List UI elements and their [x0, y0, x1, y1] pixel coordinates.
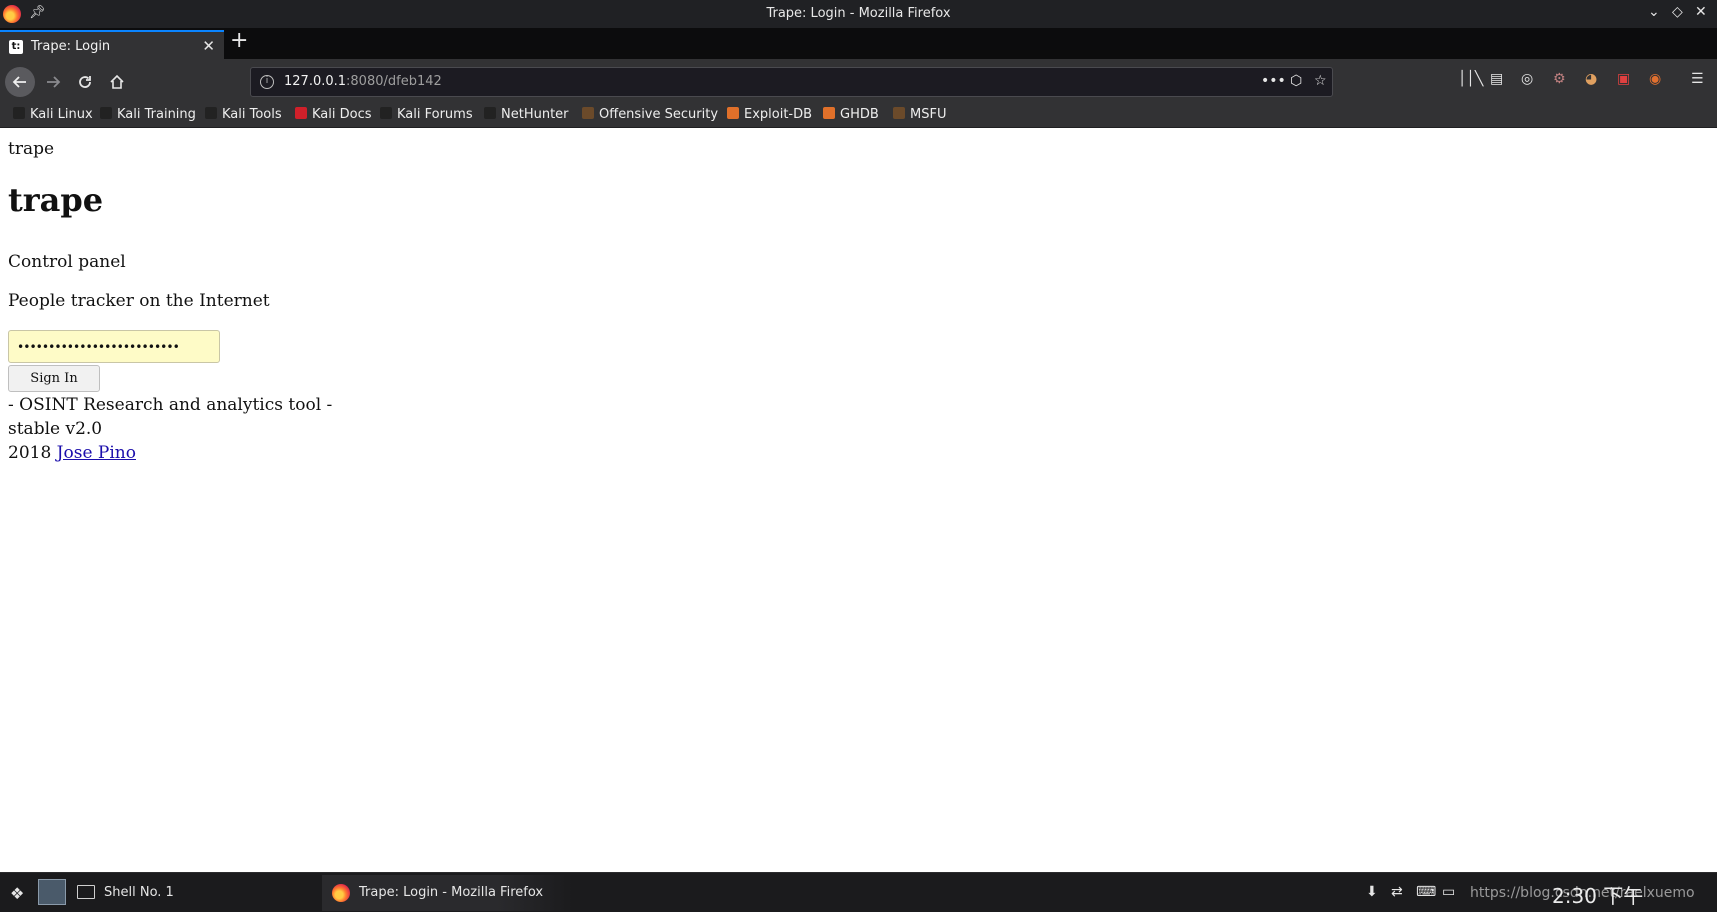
bookmark-kali-tools[interactable]: Kali Tools: [205, 107, 282, 125]
msfu-icon: [893, 107, 905, 119]
kali-dragon-icon: [380, 107, 392, 119]
download-icon[interactable]: ⬇: [1366, 884, 1378, 900]
site-info-icon[interactable]: i: [260, 75, 274, 89]
page-title: trape: [8, 181, 104, 219]
home-button[interactable]: [102, 67, 132, 97]
page-content: trape trape Control panel People tracker…: [0, 129, 1717, 872]
nethunter-icon: [484, 107, 496, 119]
kali-docs-icon: [295, 107, 307, 119]
taskbar-firefox-item[interactable]: Trape: Login - Mozilla Firefox: [322, 875, 572, 911]
tab-strip: t: Trape: Login ✕: [0, 28, 1717, 59]
page-subtitle: Control panel: [8, 252, 126, 272]
navigation-bar: i 127.0.0.1:8080/dfeb142 ••• ⬡ ☆ ││╲ ▤ ◎…: [0, 59, 1717, 104]
extension-icon-2[interactable]: ◕: [1585, 71, 1597, 87]
author-link[interactable]: Jose Pino: [57, 443, 136, 463]
menu-icon[interactable]: ☰: [1691, 71, 1704, 87]
maximize-icon[interactable]: ◇: [1672, 4, 1683, 20]
close-window-icon[interactable]: ✕: [1695, 4, 1707, 20]
pocket-icon[interactable]: ⬡: [1290, 73, 1302, 89]
bookmark-kali-forums[interactable]: Kali Forums: [380, 107, 473, 125]
url-bar[interactable]: i 127.0.0.1:8080/dfeb142 ••• ⬡ ☆: [250, 67, 1333, 97]
page-tagline: People tracker on the Internet: [8, 291, 270, 311]
exploitdb-icon: [727, 107, 739, 119]
bookmark-ghdb[interactable]: GHDB: [823, 107, 879, 125]
bookmarks-toolbar: Kali Linux Kali Training Kali Tools Kali…: [0, 104, 1717, 128]
bookmark-kali-training[interactable]: Kali Training: [100, 107, 196, 125]
terminal-icon[interactable]: [77, 885, 95, 899]
tab-trape-login[interactable]: t: Trape: Login ✕: [0, 30, 224, 59]
bookmark-kali-docs[interactable]: Kali Docs: [295, 107, 372, 125]
window-titlebar: 📌︎ Trape: Login - Mozilla Firefox ⌄ ◇ ✕: [0, 0, 1717, 28]
account-icon[interactable]: ◎: [1521, 71, 1533, 87]
bookmark-exploit-db[interactable]: Exploit-DB: [727, 107, 812, 125]
taskbar-shell-label[interactable]: Shell No. 1: [104, 885, 174, 900]
taskbar: ❖ Shell No. 1 Trape: Login - Mozilla Fir…: [0, 872, 1717, 912]
network-icon[interactable]: ⇄: [1391, 884, 1403, 900]
extension-icon-3[interactable]: ▣: [1617, 71, 1630, 87]
taskbar-clock[interactable]: 2:30 下午: [1552, 880, 1643, 909]
reload-icon: [79, 76, 91, 88]
desktop-switcher[interactable]: [38, 879, 66, 905]
bookmark-msfu[interactable]: MSFU: [893, 107, 946, 125]
back-arrow-icon: [12, 76, 26, 88]
sidebar-icon[interactable]: ▤: [1490, 71, 1503, 87]
sign-in-button[interactable]: Sign In: [8, 365, 100, 392]
app-launcher-icon[interactable]: ❖: [10, 884, 24, 903]
reload-button[interactable]: [70, 67, 100, 97]
back-button[interactable]: [5, 67, 35, 97]
footer-credit: 2018 Jose Pino: [8, 443, 136, 463]
forward-button[interactable]: [38, 67, 68, 97]
page-actions-icon[interactable]: •••: [1261, 73, 1286, 89]
site-name: trape: [8, 139, 55, 159]
keyboard-icon[interactable]: ⌨: [1416, 884, 1436, 900]
home-icon: [110, 74, 124, 89]
tab-favicon-icon: t:: [9, 40, 23, 54]
offsec-icon: [582, 107, 594, 119]
bookmark-offensive-security[interactable]: Offensive Security: [582, 107, 718, 125]
kali-dragon-icon: [205, 107, 217, 119]
bookmark-kali-linux[interactable]: Kali Linux: [13, 107, 93, 125]
window-title: Trape: Login - Mozilla Firefox: [766, 6, 951, 21]
bookmark-star-icon[interactable]: ☆: [1314, 73, 1327, 89]
tab-label: Trape: Login: [31, 39, 111, 54]
extension-icon-1[interactable]: ⚙: [1553, 71, 1566, 87]
url-text[interactable]: 127.0.0.1:8080/dfeb142: [284, 74, 442, 89]
footer-description: - OSINT Research and analytics tool -: [8, 395, 333, 415]
bookmark-nethunter[interactable]: NetHunter: [484, 107, 569, 125]
firefox-icon: [332, 884, 350, 902]
footer-year: 2018: [8, 443, 52, 463]
password-field[interactable]: [8, 330, 220, 363]
ghdb-icon: [823, 107, 835, 119]
library-icon[interactable]: ││╲: [1458, 71, 1483, 87]
kali-dragon-icon: [13, 107, 25, 119]
extension-icon-4[interactable]: ◉: [1649, 71, 1661, 87]
tab-close-icon[interactable]: ✕: [202, 37, 215, 55]
kali-dragon-icon: [100, 107, 112, 119]
footer-version: stable v2.0: [8, 419, 103, 439]
display-icon[interactable]: ▭: [1442, 884, 1455, 900]
new-tab-icon[interactable]: +: [230, 30, 248, 52]
forward-arrow-icon: [47, 76, 61, 88]
taskbar-firefox-label: Trape: Login - Mozilla Firefox: [359, 885, 544, 900]
minimize-icon[interactable]: ⌄: [1648, 4, 1660, 20]
